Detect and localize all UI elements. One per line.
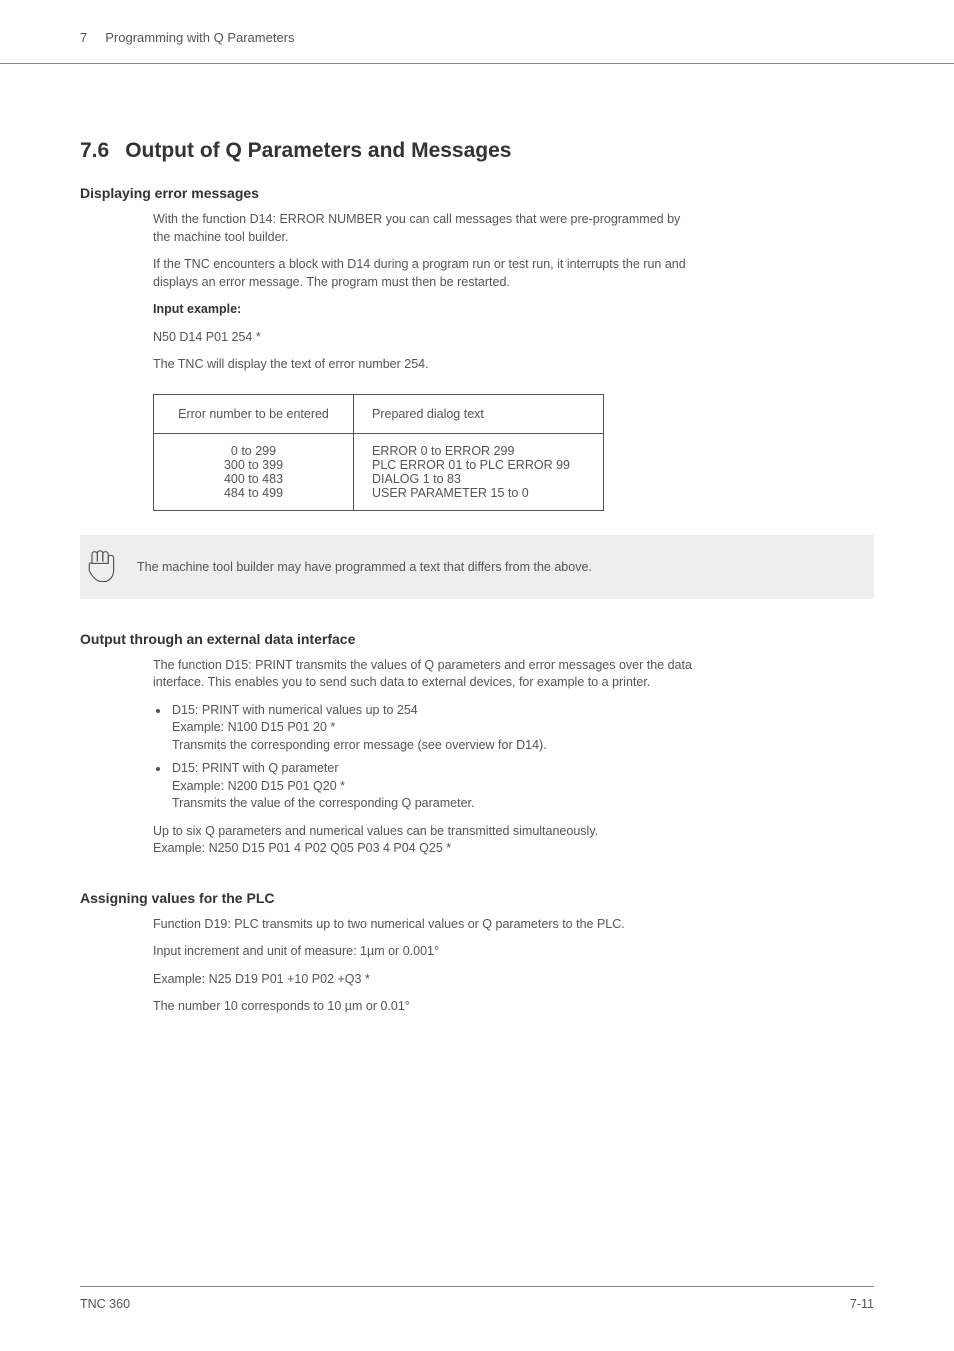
text-line: Up to six Q parameters and numerical val… [153, 824, 598, 838]
table-cell: 300 to 399 [154, 458, 354, 472]
table-header: Error number to be entered [154, 394, 354, 433]
subheading-displaying-errors: Displaying error messages [80, 185, 874, 201]
code-line: N50 D14 P01 254 * [153, 329, 693, 347]
list-line: D15: PRINT with Q parameter [172, 761, 339, 775]
footer-page-number: 7-11 [850, 1297, 874, 1311]
input-example-label: Input example: [153, 301, 693, 319]
subheading-output-interface: Output through an external data interfac… [80, 631, 874, 647]
page-header: 7 Programming with Q Parameters [0, 0, 954, 64]
list-item: D15: PRINT with Q parameter Example: N20… [170, 760, 695, 813]
table-header: Prepared dialog text [354, 394, 604, 433]
page-content: 7.6 Output of Q Parameters and Messages … [0, 139, 954, 1016]
list-item: D15: PRINT with numerical values up to 2… [170, 702, 695, 755]
paragraph: Example: N25 D19 P01 +10 P02 +Q3 * [153, 971, 693, 989]
table-cell: DIALOG 1 to 83 [354, 472, 604, 486]
paragraph: Up to six Q parameters and numerical val… [153, 823, 693, 858]
subheading-assigning-plc: Assigning values for the PLC [80, 890, 874, 906]
paragraph: The function D15: PRINT transmits the va… [153, 657, 693, 692]
bullet-list: D15: PRINT with numerical values up to 2… [170, 702, 695, 813]
table-header-row: Error number to be entered Prepared dial… [154, 394, 604, 433]
chapter-number: 7 [80, 30, 87, 45]
table-cell: ERROR 0 to ERROR 299 [354, 433, 604, 458]
table-row: 484 to 499 USER PARAMETER 15 to 0 [154, 486, 604, 511]
list-line: Example: N100 D15 P01 20 * [172, 720, 335, 734]
section-heading: Output of Q Parameters and Messages [125, 139, 511, 163]
paragraph: Function D19: PLC transmits up to two nu… [153, 916, 693, 934]
table-cell: 400 to 483 [154, 472, 354, 486]
error-table: Error number to be entered Prepared dial… [153, 394, 604, 511]
note-hand-icon [85, 549, 117, 585]
table-row: 0 to 299 ERROR 0 to ERROR 299 [154, 433, 604, 458]
chapter-title: Programming with Q Parameters [105, 30, 294, 45]
note-band: The machine tool builder may have progra… [80, 535, 874, 599]
label-text: Input example: [153, 302, 241, 316]
paragraph: Input increment and unit of measure: 1µm… [153, 943, 693, 961]
paragraph: The number 10 corresponds to 10 µm or 0.… [153, 998, 693, 1016]
table-cell: USER PARAMETER 15 to 0 [354, 486, 604, 511]
footer-left: TNC 360 [80, 1297, 130, 1311]
list-line: D15: PRINT with numerical values up to 2… [172, 703, 418, 717]
table-cell: PLC ERROR 01 to PLC ERROR 99 [354, 458, 604, 472]
table-row: 300 to 399 PLC ERROR 01 to PLC ERROR 99 [154, 458, 604, 472]
note-text: The machine tool builder may have progra… [137, 560, 592, 574]
paragraph: The TNC will display the text of error n… [153, 356, 693, 374]
paragraph: If the TNC encounters a block with D14 d… [153, 256, 693, 291]
list-line: Example: N200 D15 P01 Q20 * [172, 779, 345, 793]
list-line: Transmits the corresponding error messag… [172, 738, 547, 752]
table-row: 400 to 483 DIALOG 1 to 83 [154, 472, 604, 486]
text-line: Example: N250 D15 P01 4 P02 Q05 P03 4 P0… [153, 841, 451, 855]
table-cell: 0 to 299 [154, 433, 354, 458]
section-number: 7.6 [80, 139, 109, 163]
page-footer: TNC 360 7-11 [80, 1286, 874, 1311]
section-title: 7.6 Output of Q Parameters and Messages [80, 139, 874, 163]
list-line: Transmits the value of the corresponding… [172, 796, 474, 810]
table-cell: 484 to 499 [154, 486, 354, 511]
paragraph: With the function D14: ERROR NUMBER you … [153, 211, 693, 246]
